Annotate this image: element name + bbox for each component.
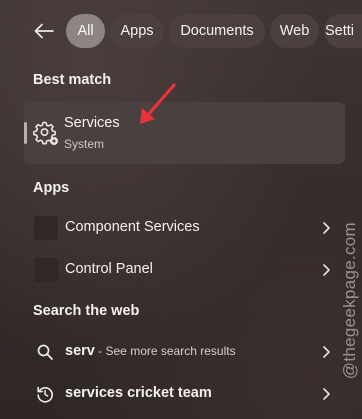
web-hint: - See more search results [94, 344, 236, 358]
chevron-right-icon[interactable] [321, 387, 331, 401]
web-result-services-cricket-team[interactable]: services cricket team [24, 374, 345, 414]
app-item-label: Component Services [65, 219, 200, 235]
best-match-heading: Best match [33, 72, 112, 88]
chevron-right-icon[interactable] [321, 263, 331, 277]
back-arrow-icon [34, 23, 54, 39]
app-item-control-panel[interactable]: Control Panel [24, 250, 345, 290]
back-button[interactable] [30, 16, 58, 46]
watermark: @thegeekpage.com [340, 222, 359, 380]
chevron-right-icon[interactable] [321, 345, 331, 359]
annotation-arrow-icon [140, 83, 176, 124]
tab-settings[interactable]: Setti [324, 14, 362, 48]
search-icon [37, 344, 53, 360]
result-subtitle: System [64, 137, 105, 151]
best-match-result[interactable]: Services System [24, 102, 345, 164]
app-item-label: Control Panel [65, 261, 153, 277]
chevron-right-icon[interactable] [321, 221, 331, 235]
web-result-label: serv - See more search results [65, 343, 236, 359]
tab-documents[interactable]: Documents [169, 14, 265, 48]
gear-icon [33, 121, 58, 145]
app-item-component-services[interactable]: Component Services [24, 208, 345, 248]
control-panel-icon [34, 258, 58, 282]
tab-web[interactable]: Web [270, 14, 319, 48]
search-web-heading: Search the web [33, 303, 140, 319]
selection-indicator [24, 122, 27, 144]
web-result-serv[interactable]: serv - See more search results [24, 332, 345, 372]
result-title: Services [64, 115, 120, 131]
tab-all[interactable]: All [66, 14, 105, 48]
web-query: serv [65, 343, 95, 359]
apps-heading: Apps [33, 180, 70, 196]
component-services-icon [34, 216, 58, 240]
tab-apps[interactable]: Apps [110, 14, 164, 48]
web-result-label: services cricket team [65, 385, 212, 401]
history-icon [37, 386, 53, 403]
